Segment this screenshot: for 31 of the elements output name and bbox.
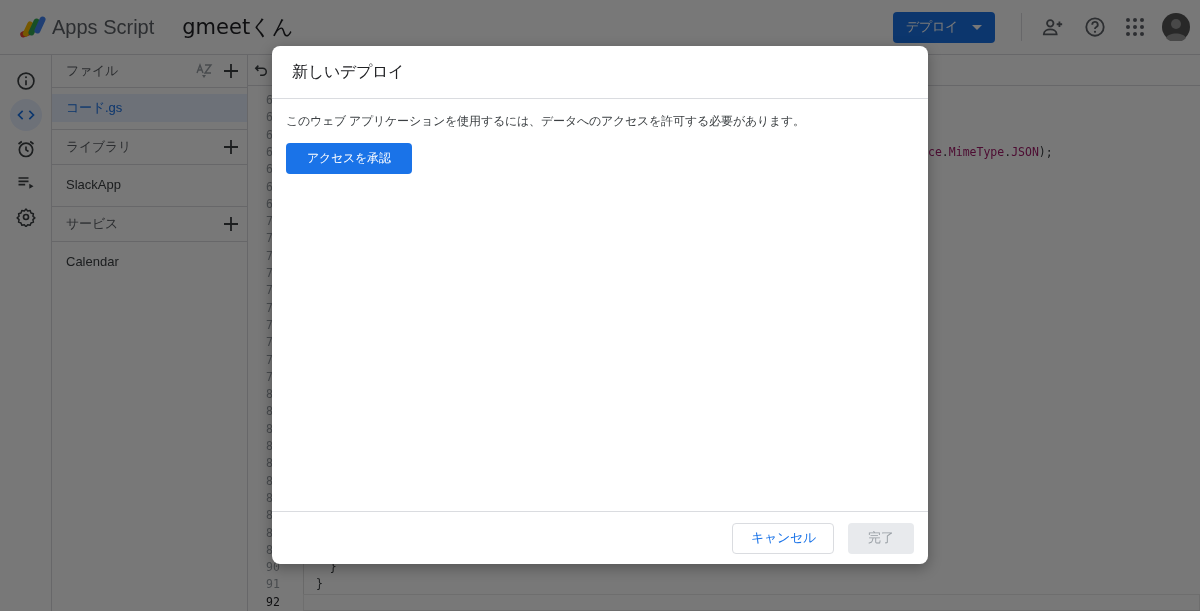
section-title: ライブラリ (66, 138, 132, 156)
file-item[interactable]: コード.gs (52, 94, 247, 122)
code-line: ce.MimeType.JSON); (928, 144, 1053, 161)
file-item[interactable]: SlackApp (52, 171, 247, 199)
avatar[interactable] (1162, 13, 1190, 41)
apps-grid-icon[interactable] (1126, 18, 1144, 36)
undo-icon[interactable] (254, 63, 268, 78)
settings-icon (15, 207, 36, 227)
help-icon[interactable] (1084, 16, 1106, 38)
add-icon[interactable] (223, 216, 239, 232)
alarm-clock-icon (15, 139, 36, 159)
section-title: ファイル (66, 61, 119, 80)
cancel-button[interactable]: キャンセル (732, 522, 834, 554)
nav-rail-button[interactable] (9, 99, 42, 131)
code-line: } (316, 576, 323, 594)
sort-icon[interactable] (195, 62, 213, 79)
section-title: サービス (66, 215, 119, 233)
dialog-message: このウェブ アプリケーションを使用するには、データへのアクセスを許可する必要があります。 (286, 113, 807, 129)
deploy-button[interactable]: デプロイ (893, 11, 995, 43)
add-person-icon[interactable] (1042, 16, 1064, 38)
add-icon[interactable] (223, 139, 239, 155)
file-item[interactable]: Calendar (52, 248, 247, 276)
info-icon (15, 71, 36, 91)
dialog-title: 新しいデプロイ (292, 61, 404, 82)
logo-icon (18, 15, 48, 39)
authorize-button[interactable]: アクセスを承認 (286, 143, 412, 174)
line-number: 92 (266, 594, 280, 609)
caret-icon (972, 24, 982, 30)
product-name: Apps Script (52, 15, 155, 39)
project-title[interactable]: gmeetくん (182, 13, 295, 41)
add-icon[interactable] (223, 62, 239, 79)
